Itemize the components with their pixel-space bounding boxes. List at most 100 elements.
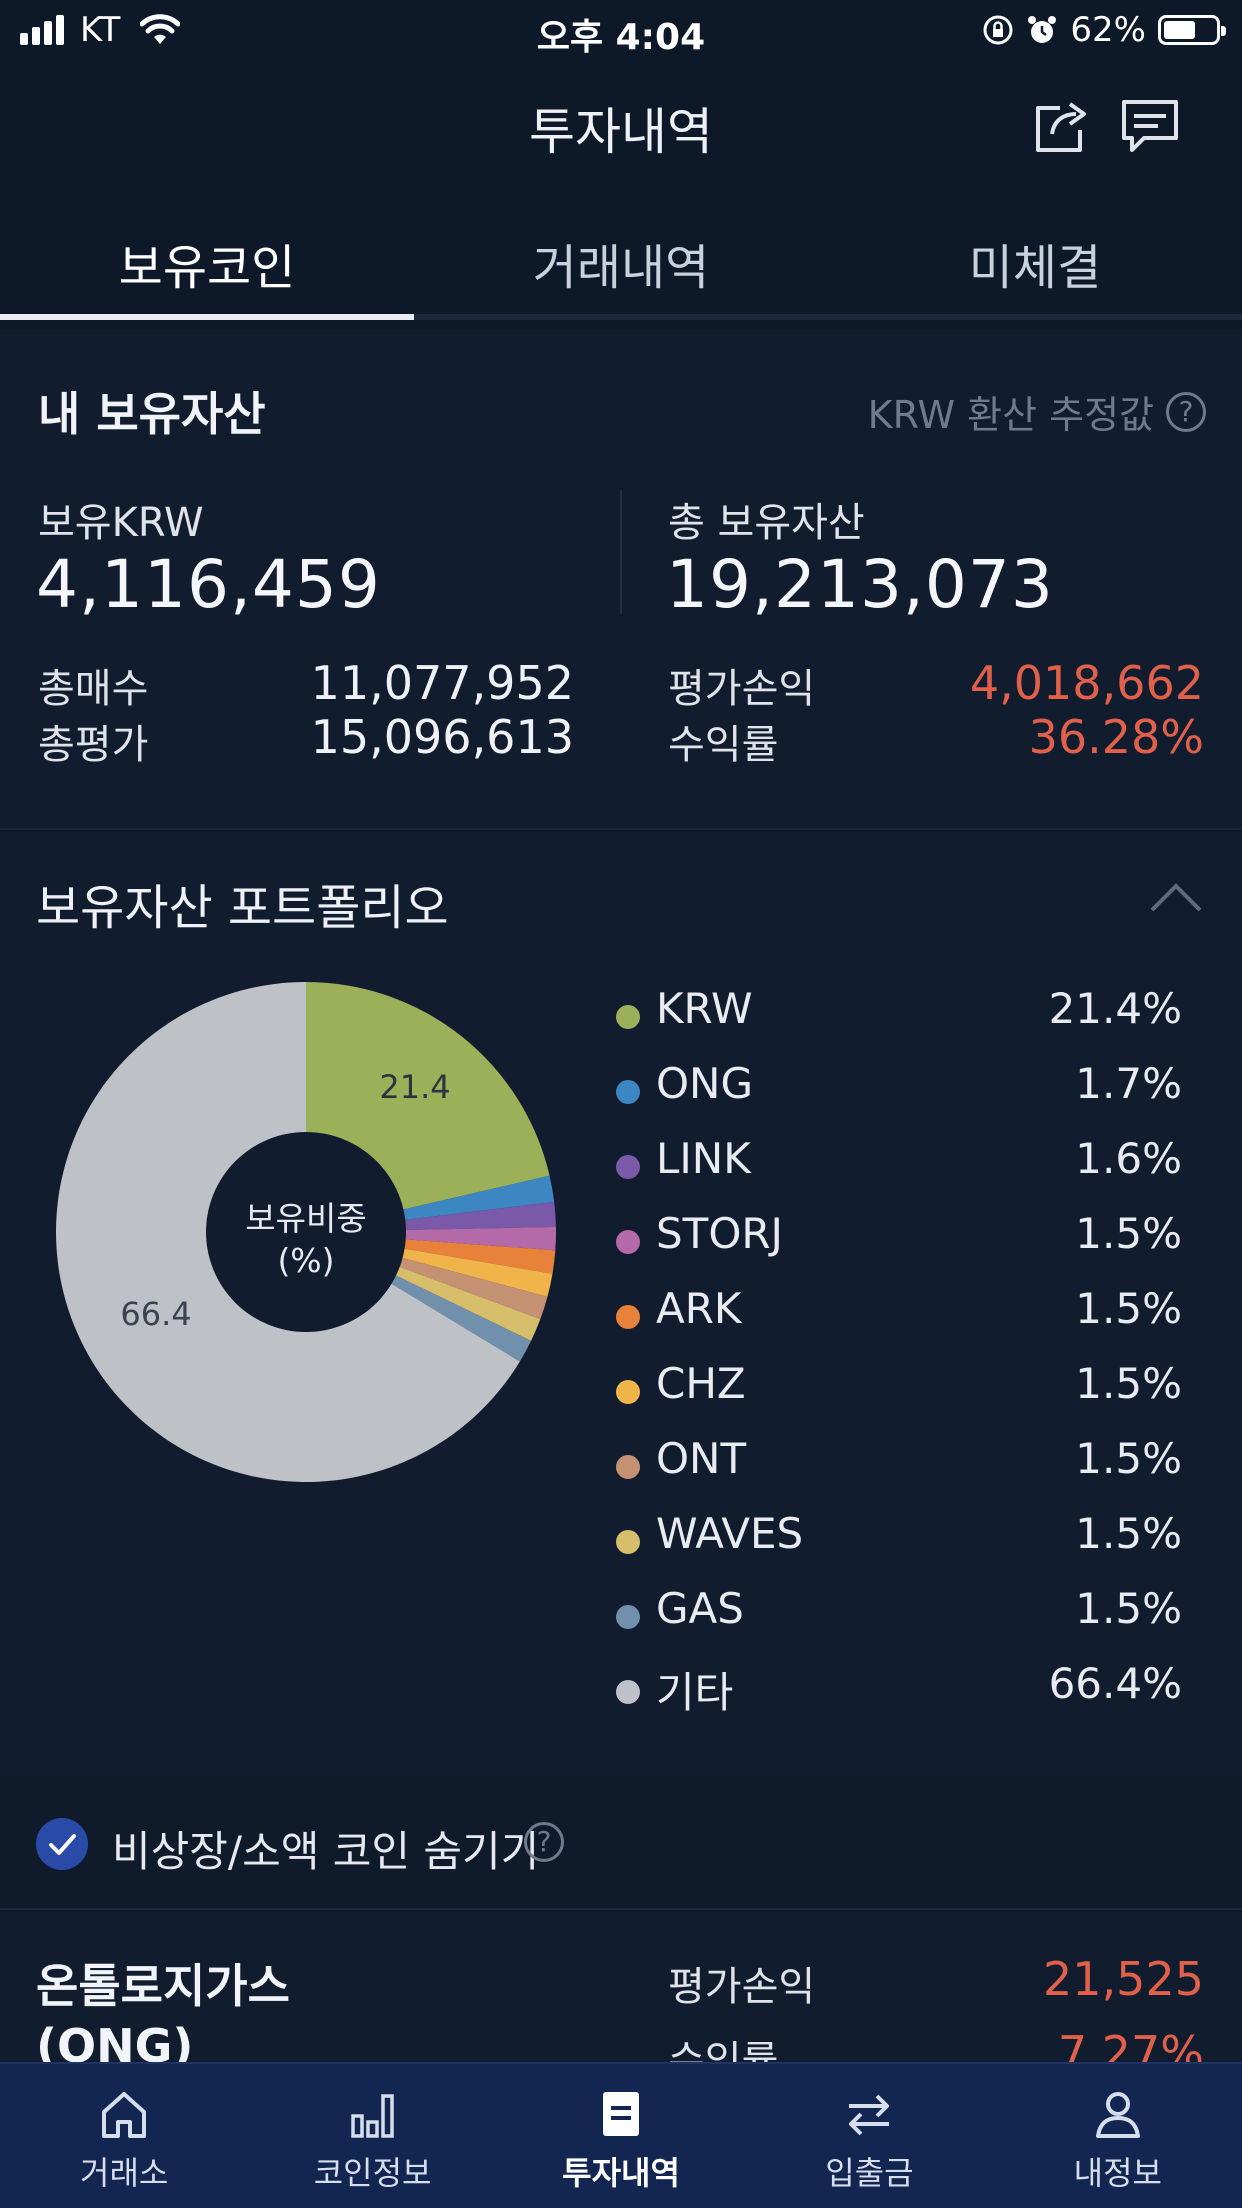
return-rate-label: 수익률	[668, 722, 779, 768]
legend-name: GAS	[656, 1584, 744, 1633]
legend-item: ONT 1.5%	[612, 1434, 1182, 1509]
pie-center-label-1: 보유비중	[245, 1199, 366, 1238]
tab-holdings[interactable]: 보유코인	[0, 204, 414, 320]
legend-dot-icon	[616, 1530, 640, 1554]
legend-dot-icon	[616, 1005, 640, 1029]
help-icon[interactable]: ?	[1166, 391, 1206, 432]
legend-item: ARK 1.5%	[612, 1284, 1182, 1359]
status-right: 62%	[982, 10, 1226, 50]
krw-estimate-note[interactable]: KRW 환산 추정값 ?	[868, 384, 1206, 439]
pie-slice-label-krw: 21.4	[379, 1068, 450, 1106]
document-icon	[603, 2092, 640, 2136]
coin-name-korean: 온톨로지가스	[36, 1959, 290, 2013]
tab-trade-history[interactable]: 거래내역	[414, 204, 828, 314]
holding-coin-card[interactable]: 온톨로지가스 (ONG) 평가손익 21,525 수익률 7.27%	[0, 1912, 1242, 2062]
legend-item: CHZ 1.5%	[612, 1359, 1182, 1434]
help-icon[interactable]: ?	[524, 1822, 564, 1862]
legend-item: GAS 1.5%	[612, 1584, 1182, 1659]
assets-title: 내 보유자산	[38, 387, 266, 441]
total-assets-value: 19,213,073	[666, 546, 1054, 623]
legend-dot-icon	[616, 1080, 640, 1104]
total-assets-label: 총 보유자산	[668, 500, 865, 546]
portfolio-title: 보유자산 포트폴리오	[36, 880, 449, 936]
legend-item: ONG 1.7%	[612, 1059, 1182, 1134]
hide-small-coins-label: 비상장/소액 코인 숨기기	[112, 1827, 540, 1876]
chat-icon[interactable]	[1118, 94, 1182, 158]
legend-name: LINK	[656, 1134, 751, 1183]
pnl-label: 평가손익	[668, 666, 816, 712]
legend-percent: 1.5%	[1075, 1359, 1182, 1408]
legend-dot-icon	[616, 1605, 640, 1629]
legend-percent: 1.5%	[1075, 1434, 1182, 1483]
nav-my-info-label: 내정보	[1073, 2154, 1162, 2192]
portfolio-section: 보유자산 포트폴리오 보유비중 (%) 21.4 66.4 KRW 21.4% ON…	[0, 832, 1242, 1776]
legend-name: WAVES	[656, 1509, 804, 1558]
share-icon[interactable]	[1030, 94, 1094, 158]
tab-open-orders[interactable]: 미체결	[828, 204, 1242, 314]
total-eval-label: 총평가	[38, 722, 149, 768]
chevron-up-icon[interactable]	[1150, 882, 1202, 912]
legend-item: WAVES 1.5%	[612, 1509, 1182, 1584]
legend-dot-icon	[616, 1230, 640, 1254]
total-eval-value: 15,096,613	[310, 710, 574, 764]
krw-label: 보유KRW	[38, 500, 204, 546]
nav-investments[interactable]: 투자내역	[497, 2064, 745, 2208]
legend-percent: 21.4%	[1048, 984, 1182, 1033]
legend-name: CHZ	[656, 1359, 746, 1408]
checkbox-checked-icon[interactable]	[36, 1818, 88, 1870]
legend-name: 기타	[656, 1668, 734, 1717]
legend-name: KRW	[656, 984, 753, 1033]
nav-exchange[interactable]: 거래소	[0, 2064, 248, 2208]
tab-bar: 보유코인 거래내역 미체결	[0, 204, 1242, 320]
nav-coin-info[interactable]: 코인정보	[248, 2064, 496, 2208]
legend-item: KRW 21.4%	[612, 984, 1182, 1059]
legend-name: ONG	[656, 1059, 754, 1108]
coin-rate-value: 7.27%	[1057, 2026, 1204, 2062]
alarm-icon	[1028, 16, 1057, 43]
user-icon	[1095, 2092, 1140, 2138]
battery-icon	[1158, 15, 1226, 45]
legend-percent: 1.5%	[1075, 1509, 1182, 1558]
legend-percent: 66.4%	[1048, 1659, 1182, 1708]
battery-percent: 62%	[1070, 10, 1146, 50]
hide-small-coins-row[interactable]: 비상장/소액 코인 숨기기 ?	[0, 1776, 1242, 1910]
transfer-icon	[849, 2094, 890, 2136]
pnl-value: 4,018,662	[969, 656, 1204, 710]
krw-estimate-label: KRW 환산 추정값	[867, 393, 1154, 437]
legend-percent: 1.6%	[1075, 1134, 1182, 1183]
legend-name: ONT	[656, 1434, 747, 1483]
portfolio-legend: KRW 21.4% ONG 1.7% LINK 1.6% STORJ 1.5% ARK 1.5% C…	[612, 984, 1182, 1734]
nav-deposit-withdraw-label: 입출금	[825, 2154, 914, 2192]
legend-name: STORJ	[656, 1209, 783, 1258]
home-icon	[102, 2092, 147, 2138]
bottom-nav: 거래소 코인정보 투자내역 입출금 내정보	[0, 2062, 1242, 2208]
coin-pnl-label: 평가손익	[668, 1964, 816, 2010]
legend-dot-icon	[616, 1305, 640, 1329]
legend-dot-icon	[616, 1455, 640, 1479]
legend-percent: 1.5%	[1075, 1209, 1182, 1258]
legend-dot-icon	[616, 1155, 640, 1179]
nav-exchange-label: 거래소	[80, 2154, 169, 2192]
portfolio-pie-chart: 보유비중 (%) 21.4 66.4	[56, 982, 556, 1482]
pie-slice-label-other: 66.4	[120, 1295, 191, 1333]
legend-percent: 1.5%	[1075, 1284, 1182, 1333]
status-bar: KT 오후 4:04 62%	[0, 0, 1242, 62]
assets-divider	[620, 490, 622, 614]
legend-dot-icon	[616, 1680, 640, 1704]
legend-item: STORJ 1.5%	[612, 1209, 1182, 1284]
nav-deposit-withdraw[interactable]: 입출금	[745, 2064, 993, 2208]
total-buy-value: 11,077,952	[310, 656, 574, 710]
nav-investments-label: 투자내역	[562, 2154, 680, 2192]
nav-coin-info-label: 코인정보	[313, 2154, 432, 2192]
nav-my-info[interactable]: 내정보	[994, 2064, 1242, 2208]
my-assets-card: 내 보유자산 KRW 환산 추정값 ? 보유KRW 4,116,459 총 보유…	[0, 330, 1242, 830]
legend-percent: 1.5%	[1075, 1584, 1182, 1633]
header: 투자내역	[0, 62, 1242, 184]
screen: KT 오후 4:04 62% 투자내역 보유코인 거래내역 미체결 내 보유자산…	[0, 0, 1242, 2208]
legend-name: ARK	[656, 1284, 742, 1333]
coin-name: 온톨로지가스 (ONG)	[36, 1956, 290, 2062]
legend-item: LINK 1.6%	[612, 1134, 1182, 1209]
orientation-lock-icon	[983, 15, 1013, 45]
total-buy-label: 총매수	[38, 666, 149, 712]
pie-center-label-2: (%)	[277, 1241, 334, 1280]
